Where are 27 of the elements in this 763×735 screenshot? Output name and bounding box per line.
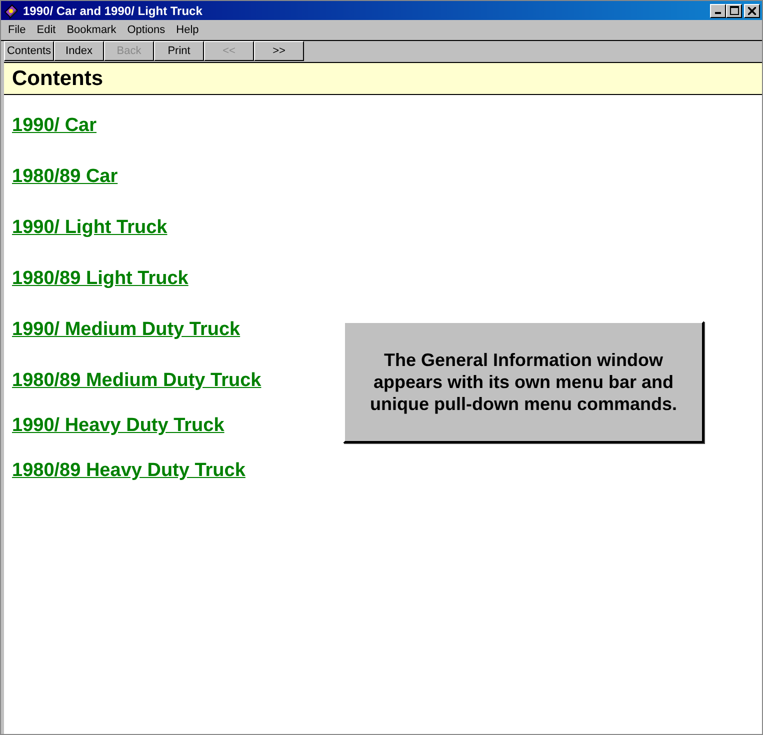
- contents-heading: Contents: [12, 66, 103, 90]
- topic-link[interactable]: 1980/89 Car: [12, 166, 118, 188]
- close-icon: [748, 6, 756, 14]
- topic-link[interactable]: 1990/ Car: [12, 115, 97, 137]
- maximize-icon: [730, 6, 738, 15]
- topic-link[interactable]: 1990/ Heavy Duty Truck: [12, 415, 224, 437]
- minimize-button[interactable]: [710, 4, 726, 18]
- toolbar-button[interactable]: Print: [154, 41, 204, 61]
- toolbar-button[interactable]: Contents: [4, 41, 54, 61]
- book-icon: [3, 2, 19, 18]
- callout-text: The General Information window appears with its own menu bar and unique pull-down menu commands.: [368, 349, 678, 415]
- topic-link[interactable]: 1990/ Medium Duty Truck: [12, 319, 240, 341]
- toolbar-button[interactable]: >>: [254, 41, 304, 61]
- menu-item[interactable]: Edit: [36, 24, 56, 36]
- topic-link[interactable]: 1990/ Light Truck: [12, 217, 168, 239]
- minimize-icon: [715, 12, 721, 14]
- window-title: 1990/ Car and 1990/ Light Truck: [23, 4, 202, 18]
- topic-link[interactable]: 1980/89 Heavy Duty Truck: [12, 460, 246, 482]
- menu-item[interactable]: Help: [176, 24, 199, 36]
- close-button[interactable]: [744, 4, 760, 18]
- menu-item[interactable]: Options: [127, 24, 166, 36]
- toolbar-button[interactable]: Index: [54, 41, 104, 61]
- topic-link[interactable]: 1980/89 Light Truck: [12, 268, 188, 290]
- maximize-button[interactable]: [726, 4, 742, 18]
- menu-item[interactable]: File: [8, 24, 26, 36]
- menu-item[interactable]: Bookmark: [66, 24, 116, 36]
- topic-link[interactable]: 1980/89 Medium Duty Truck: [12, 370, 262, 392]
